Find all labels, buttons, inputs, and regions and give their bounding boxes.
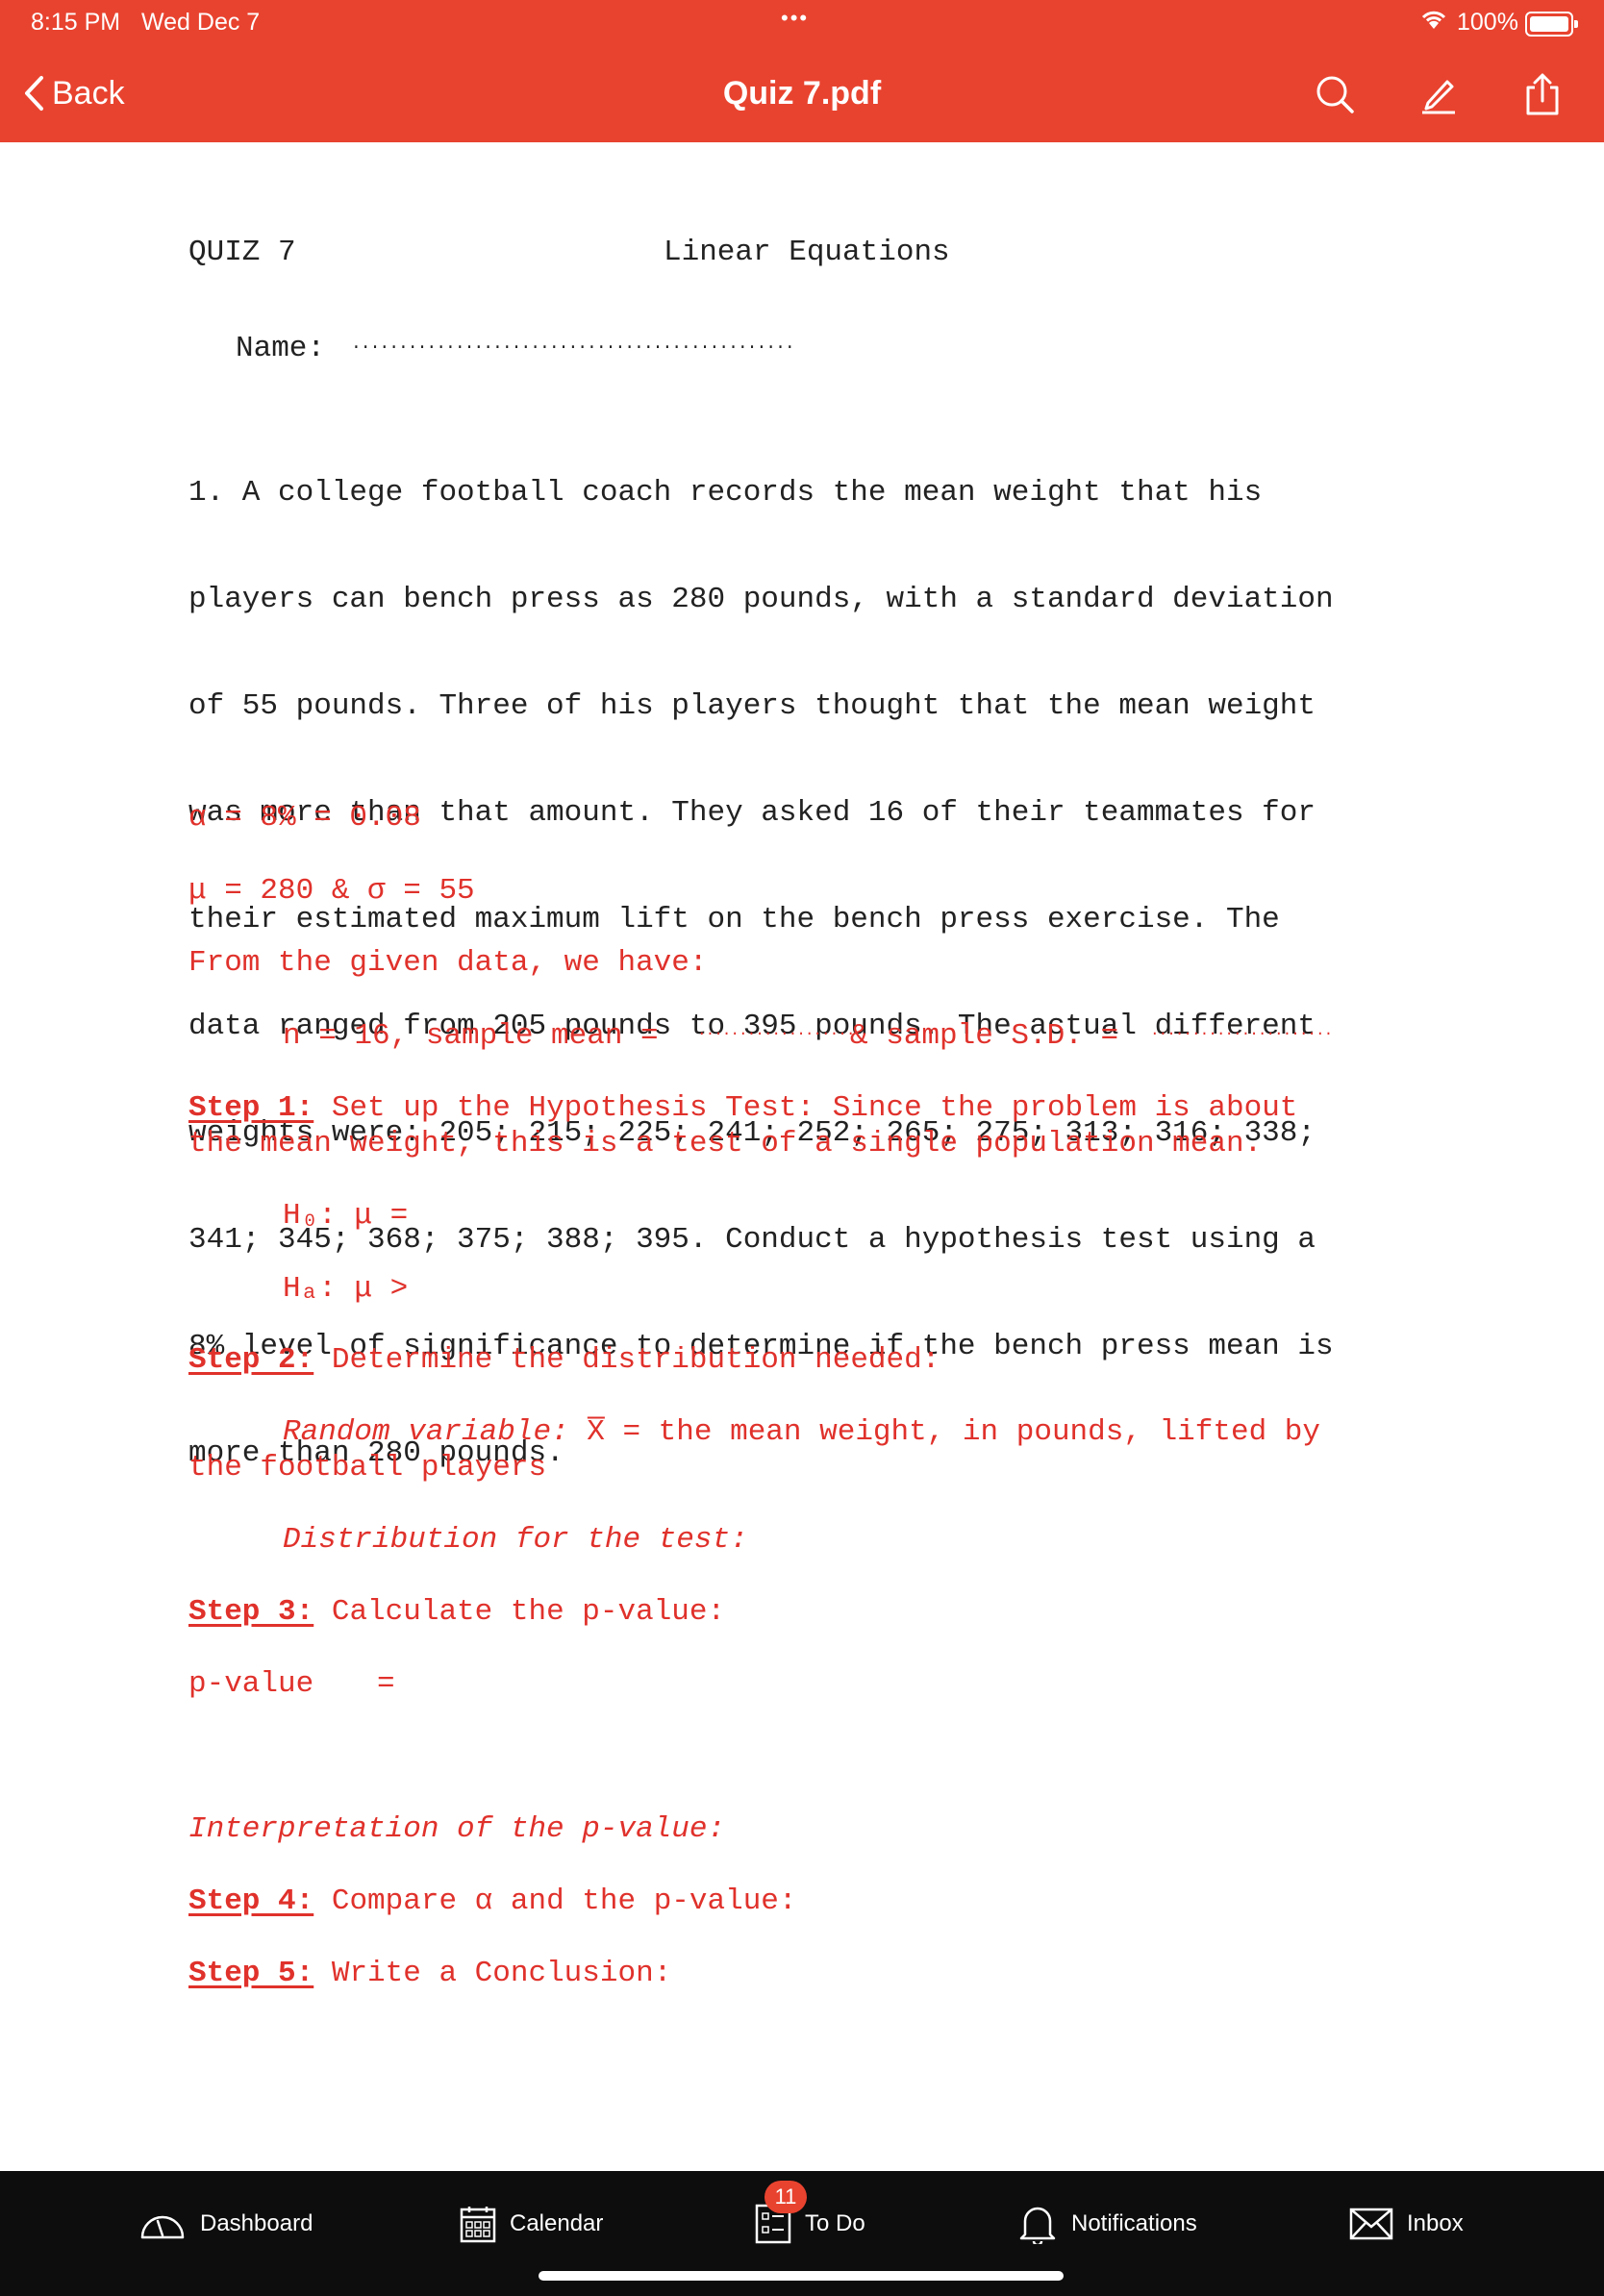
tab-notifications[interactable]: Notifications [1017, 2200, 1197, 2248]
problem-line: of 55 pounds. Three of his players thoug… [188, 689, 1316, 723]
tab-calendar-label: Calendar [510, 2210, 604, 2236]
given-data-line: From the given data, we have: [188, 946, 708, 980]
page-title: Quiz 7.pdf [722, 75, 882, 112]
calendar-icon [460, 2207, 496, 2243]
status-bar: 8:15 PM Wed Dec 7 ••• 100% [0, 0, 1604, 46]
step4-text: Compare α and the p-value: [313, 1884, 797, 1918]
step3-text: Calculate the p-value: [313, 1595, 726, 1629]
share-icon[interactable] [1517, 69, 1567, 119]
status-time: 8:15 PM [31, 9, 121, 36]
null-hypothesis: H₀: μ = [283, 1199, 409, 1233]
status-date: Wed Dec 7 [141, 9, 261, 36]
name-label: Name: [236, 332, 326, 365]
random-variable-label: Random variable: [283, 1415, 569, 1449]
alt-hypothesis: Hₐ: μ > [283, 1272, 409, 1306]
pvalue-label: p-value [188, 1667, 314, 1701]
step1-label: Step 1: [188, 1091, 314, 1125]
annotate-pen-icon[interactable] [1414, 69, 1464, 119]
step3-label: Step 3: [188, 1595, 314, 1629]
tab-inbox[interactable]: Inbox [1349, 2200, 1464, 2248]
step5-text: Write a Conclusion: [313, 1957, 672, 1990]
xbar-symbol: X̅ [568, 1415, 605, 1449]
quiz-topic: Linear Equations [664, 236, 950, 269]
sample-sd-blank: ...................... [1150, 1022, 1333, 1039]
step2-line: Step 2: Determine the distribution neede… [188, 1342, 940, 1378]
step5-line: Step 5: Write a Conclusion: [188, 1956, 671, 1991]
mu-sigma-line: μ = 280 & σ = 55 [188, 874, 475, 908]
tab-todo-label: To Do [805, 2210, 865, 2236]
tab-calendar[interactable]: Calendar [460, 2200, 603, 2248]
alpha-line: α = 8% = 0.08 [188, 801, 421, 835]
quiz-label: QUIZ 7 [188, 236, 296, 269]
bell-icon [1019, 2207, 1056, 2244]
step1-text: Set up the Hypothesis Test: Since the pr… [313, 1091, 1298, 1125]
random-variable-text-cont: the football players [188, 1451, 547, 1485]
pvalue-equals: = [377, 1667, 395, 1701]
problem-line: players can bench press as 280 pounds, w… [188, 583, 1334, 616]
step3-line: Step 3: Calculate the p-value: [188, 1594, 725, 1630]
distribution-label: Distribution for the test: [283, 1523, 748, 1557]
dashboard-icon [140, 2215, 185, 2239]
sample-mean-blank: ................... [697, 1022, 855, 1039]
problem-line: 1. A college football coach records the … [188, 476, 1263, 510]
battery-percent: 100% [1457, 9, 1518, 36]
random-variable-line: Random variable: X̅ = the mean weight, i… [283, 1414, 1320, 1450]
interpretation-label: Interpretation of the p-value: [188, 1812, 726, 1846]
tab-inbox-label: Inbox [1407, 2210, 1464, 2236]
multitask-dots[interactable]: ••• [781, 6, 809, 31]
step1-text-cont: the mean weight, this is a test of a sin… [188, 1127, 1263, 1160]
wifi-icon [1419, 8, 1448, 37]
tab-dashboard[interactable]: Dashboard [138, 2200, 313, 2248]
random-variable-text: = the mean weight, in pounds, lifted by [604, 1415, 1320, 1449]
sample-sd-label: & sample S.D. = [850, 1019, 1119, 1053]
sample-size-line: n = 16, sample mean = [283, 1019, 659, 1053]
step5-label: Step 5: [188, 1957, 314, 1990]
battery-icon [1525, 12, 1578, 37]
pdf-page[interactable]: QUIZ 7 Linear Equations Name: ..........… [0, 142, 1604, 2171]
nav-bar: Back Quiz 7.pdf [0, 46, 1604, 142]
todo-badge: 11 [764, 2181, 807, 2213]
inbox-icon [1349, 2208, 1393, 2240]
step4-label: Step 4: [188, 1884, 314, 1918]
step2-label: Step 2: [188, 1343, 314, 1377]
search-icon[interactable] [1310, 69, 1360, 119]
step1-line: Step 1: Set up the Hypothesis Test: Sinc… [188, 1090, 1297, 1126]
tab-dashboard-label: Dashboard [200, 2210, 313, 2236]
step4-line: Step 4: Compare α and the p-value: [188, 1884, 797, 1919]
home-indicator[interactable] [539, 2271, 1064, 2281]
step2-text: Determine the distribution needed: [313, 1343, 940, 1377]
name-blank: ........................................… [351, 335, 795, 354]
tab-notifications-label: Notifications [1071, 2210, 1197, 2236]
